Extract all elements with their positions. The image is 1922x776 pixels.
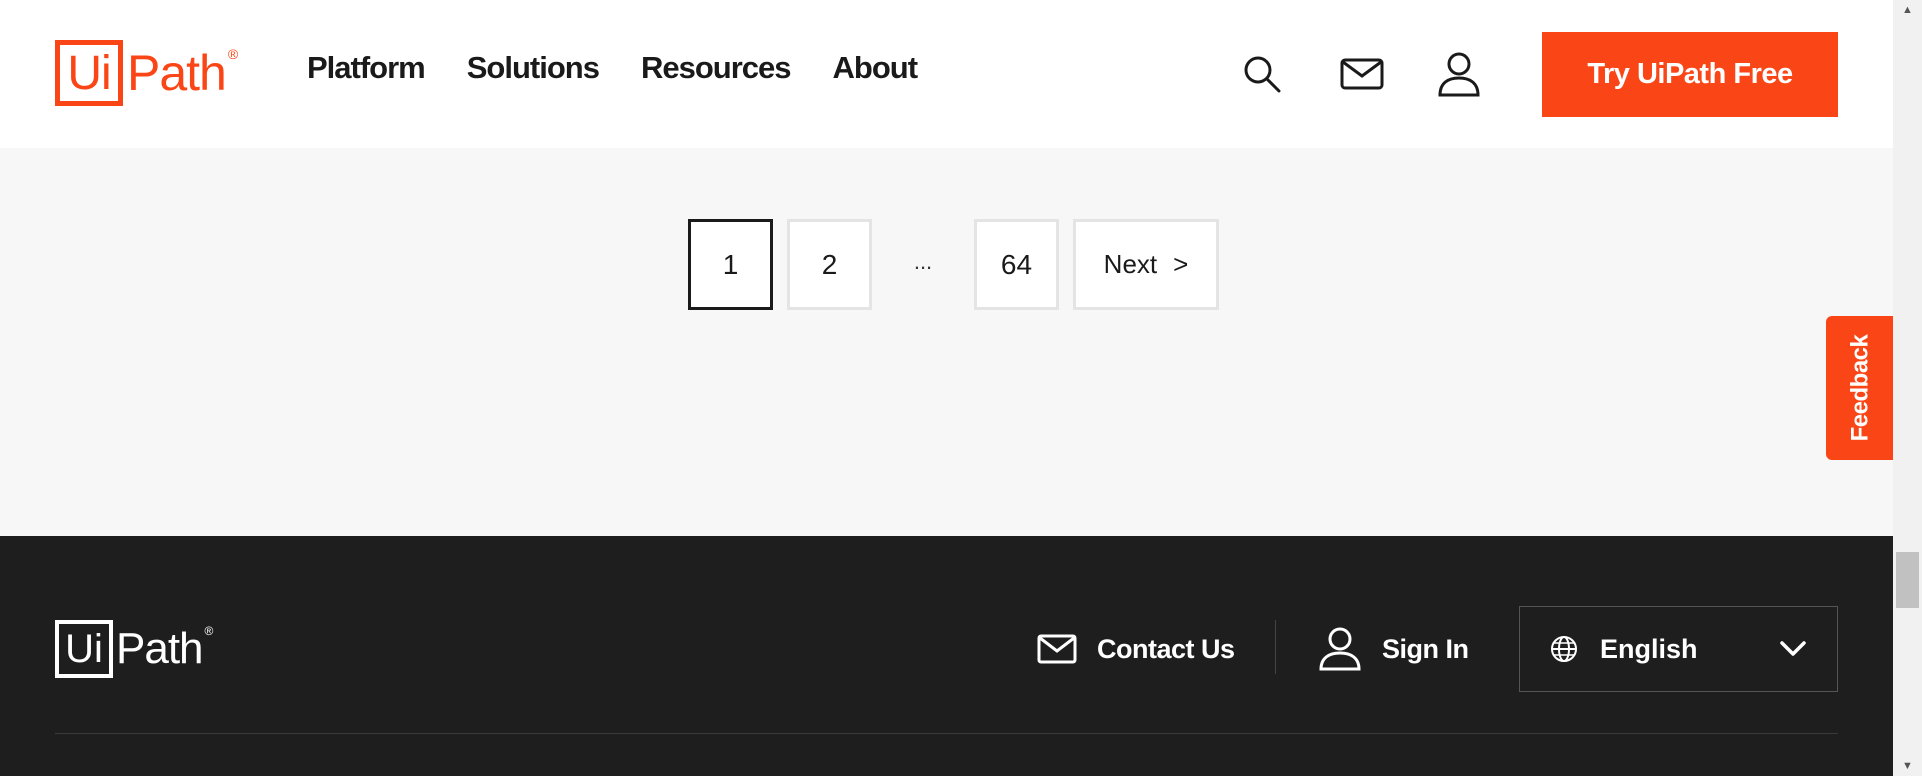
logo-registered-mark: ®	[227, 46, 239, 62]
footer-logo-box: Ui	[55, 620, 113, 678]
main-nav: Platform Solutions Resources About	[307, 50, 919, 86]
chevron-right-icon: >	[1173, 249, 1189, 279]
nav-solutions[interactable]: Solutions	[467, 50, 600, 86]
next-page-button[interactable]: Next >	[1073, 219, 1219, 310]
globe-icon	[1550, 635, 1578, 663]
footer-logo-word: Path	[116, 624, 204, 673]
feedback-label: Feedback	[1846, 334, 1873, 442]
nav-platform[interactable]: Platform	[307, 50, 426, 86]
nav-resources[interactable]: Resources	[641, 50, 792, 86]
mail-icon	[1037, 634, 1077, 664]
user-icon[interactable]	[1435, 50, 1483, 98]
contact-us-label: Contact Us	[1097, 633, 1235, 664]
try-uipath-free-button[interactable]: Try UiPath Free	[1542, 32, 1838, 117]
footer-rule	[55, 733, 1838, 734]
chevron-down-icon	[1779, 640, 1807, 658]
user-icon	[1318, 627, 1362, 671]
pagination-ellipsis: ...	[913, 248, 933, 274]
footer-logo-registered-mark: ®	[204, 624, 214, 638]
pagination: 1 2 ... 64 Next >	[688, 219, 1219, 310]
contact-us-link[interactable]: Contact Us	[1037, 624, 1235, 674]
logo-word: Path	[127, 45, 227, 101]
scroll-down-arrow-icon[interactable]: ▼	[1893, 756, 1922, 776]
footer-uipath-logo[interactable]: Ui Path ®	[55, 620, 213, 678]
uipath-logo[interactable]: Ui Path ®	[55, 40, 238, 106]
page: Ui Path ® Platform Solutions Resources A…	[0, 0, 1922, 776]
scroll-up-arrow-icon[interactable]: ▲	[1893, 0, 1922, 20]
page-button-2[interactable]: 2	[787, 219, 872, 310]
page-scrollbar[interactable]: ▲ ▼	[1893, 0, 1922, 776]
site-header: Ui Path ® Platform Solutions Resources A…	[0, 0, 1893, 148]
sign-in-label: Sign In	[1382, 633, 1469, 664]
nav-about[interactable]: About	[833, 50, 919, 86]
page-button-current[interactable]: 1	[688, 219, 773, 310]
next-label: Next	[1103, 249, 1158, 279]
feedback-tab[interactable]: Feedback	[1826, 316, 1894, 460]
language-selector[interactable]: English	[1519, 606, 1838, 692]
logo-box: Ui	[55, 40, 123, 106]
page-button-last[interactable]: 64	[974, 219, 1059, 310]
footer-divider	[1275, 620, 1276, 674]
scrollbar-thumb[interactable]	[1896, 552, 1919, 608]
site-footer: Ui Path ® Contact Us Sign In English	[0, 536, 1893, 776]
mail-icon[interactable]	[1338, 50, 1386, 98]
sign-in-link[interactable]: Sign In	[1318, 624, 1469, 674]
language-label: English	[1600, 633, 1698, 664]
search-icon[interactable]	[1238, 50, 1286, 98]
